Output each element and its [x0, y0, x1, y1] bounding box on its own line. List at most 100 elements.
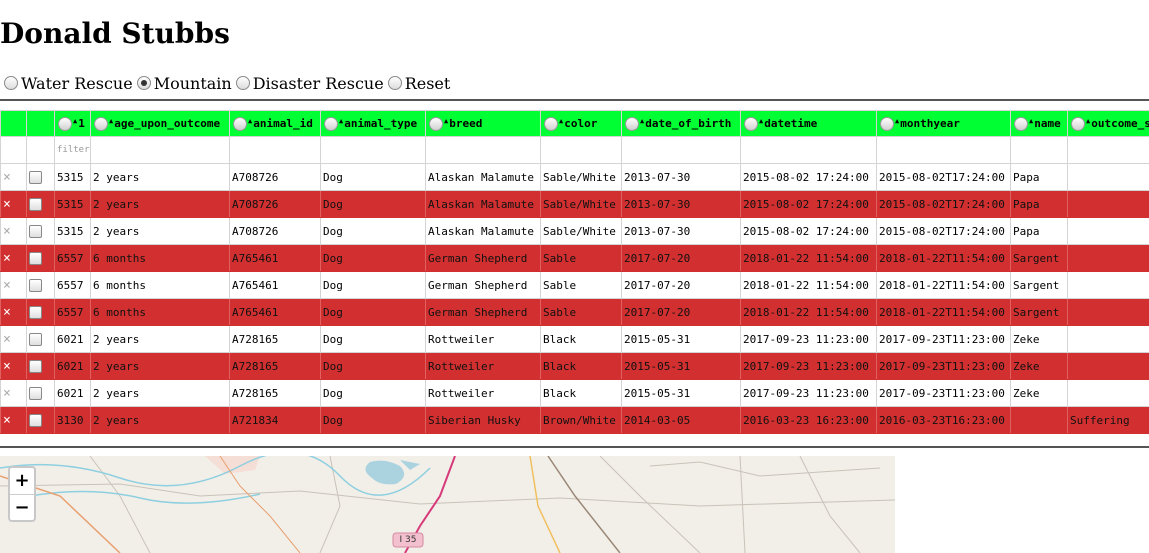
column-header[interactable]: ▲datetime — [740, 110, 877, 137]
delete-row-icon[interactable]: × — [0, 271, 27, 299]
row-checkbox[interactable] — [29, 386, 42, 400]
column-header[interactable]: ▲1 — [54, 110, 91, 137]
delete-row-icon[interactable]: × — [0, 352, 27, 380]
filter-cell[interactable] — [229, 136, 321, 164]
column-header-label: color — [564, 116, 598, 130]
table-cell — [1067, 271, 1149, 299]
delete-row-icon[interactable]: × — [0, 244, 27, 272]
column-header[interactable]: ▲age_upon_outcome — [90, 110, 230, 137]
filter-cell[interactable] — [621, 136, 741, 164]
filter-cell[interactable] — [425, 136, 541, 164]
column-header[interactable]: ▲date_of_birth — [621, 110, 741, 137]
sort-arrow-icon[interactable]: ▲ — [559, 117, 563, 125]
table-row[interactable]: × 6557 6 months A765461 Dog German Shepherd Sa… — [0, 271, 1149, 299]
table-row[interactable]: × 6021 2 years A728165 Dog Rottweiler Black 201… — [0, 352, 1149, 380]
sort-arrow-icon[interactable]: ▲ — [1086, 117, 1090, 125]
filter-cell[interactable] — [90, 136, 230, 164]
delete-row-icon[interactable]: × — [0, 217, 27, 245]
radio-button[interactable] — [387, 76, 402, 90]
column-header[interactable]: ▲color — [540, 110, 622, 137]
sort-arrow-icon[interactable]: ▲ — [1029, 117, 1033, 125]
table-cell: Dog — [320, 298, 426, 326]
sort-arrow-icon[interactable]: ▲ — [759, 117, 763, 125]
filter-empty-cell — [0, 136, 27, 164]
table-row[interactable]: × 5315 2 years A708726 Dog Alaskan Malamute Sa… — [0, 217, 1149, 245]
column-select-toggle[interactable] — [1071, 116, 1085, 131]
column-header[interactable]: ▲breed — [425, 110, 541, 137]
table-cell: A765461 — [229, 244, 321, 272]
table-row[interactable]: × 6557 6 months A765461 Dog German Shepherd Sa… — [0, 244, 1149, 272]
column-select-toggle[interactable] — [429, 116, 443, 131]
column-select-toggle[interactable] — [880, 116, 894, 131]
column-header[interactable]: ▲animal_id — [229, 110, 321, 137]
column-header-label: name — [1034, 116, 1061, 130]
radio-option[interactable]: Reset — [387, 74, 450, 93]
radio-option[interactable]: Mountain — [136, 74, 232, 93]
filter-cell[interactable] — [1067, 136, 1149, 164]
row-checkbox[interactable] — [29, 413, 42, 427]
sort-arrow-icon[interactable]: ▲ — [895, 117, 899, 125]
table-cell — [1067, 352, 1149, 380]
radio-button[interactable] — [4, 76, 18, 90]
row-checkbox[interactable] — [29, 359, 42, 373]
filter-cell[interactable] — [876, 136, 1011, 164]
delete-row-icon[interactable]: × — [0, 325, 27, 353]
row-checkbox[interactable] — [29, 197, 42, 211]
delete-row-icon[interactable]: × — [0, 379, 27, 407]
sort-arrow-icon[interactable]: ▲ — [444, 117, 448, 125]
sort-arrow-icon[interactable]: ▲ — [339, 117, 343, 125]
sort-arrow-icon[interactable]: ▲ — [640, 117, 644, 125]
row-checkbox[interactable] — [29, 278, 42, 292]
map-view[interactable]: I 35 — [0, 456, 895, 553]
data-table-container[interactable]: ▲1 ▲age_upon_outcome ▲animal_id ▲animal_typ… — [0, 110, 1149, 440]
column-select-toggle[interactable] — [233, 116, 247, 131]
zoom-out-button[interactable]: − — [10, 495, 34, 521]
table-cell: 2016-03-23 16:23:00 — [740, 406, 877, 434]
delete-row-icon[interactable]: × — [0, 406, 27, 434]
column-header[interactable]: ▲name — [1010, 110, 1068, 137]
filter-cell[interactable] — [1010, 136, 1068, 164]
table-row[interactable]: × 6557 6 months A765461 Dog German Shepherd Sa… — [0, 298, 1149, 326]
row-checkbox[interactable] — [29, 170, 42, 184]
radio-option[interactable]: Disaster Rescue — [235, 74, 384, 93]
column-select-toggle[interactable] — [58, 116, 72, 131]
delete-row-icon[interactable]: × — [0, 298, 27, 326]
filter-cell[interactable]: filter — [54, 136, 91, 164]
column-header[interactable]: ▲monthyear — [876, 110, 1011, 137]
row-select-cell — [26, 298, 55, 326]
radio-button[interactable] — [136, 76, 151, 90]
column-header[interactable]: ▲outcome_s — [1067, 110, 1149, 137]
sort-arrow-icon[interactable]: ▲ — [73, 117, 77, 125]
row-checkbox[interactable] — [29, 224, 42, 238]
sort-arrow-icon[interactable]: ▲ — [109, 117, 113, 125]
row-checkbox[interactable] — [29, 305, 42, 319]
table-cell: 2 years — [90, 352, 230, 380]
radio-button[interactable] — [235, 76, 250, 90]
table-row[interactable]: × 5315 2 years A708726 Dog Alaskan Malamute Sa… — [0, 190, 1149, 218]
header-delete-col — [0, 110, 27, 137]
delete-row-icon[interactable]: × — [0, 190, 27, 218]
row-checkbox[interactable] — [29, 332, 42, 346]
table-cell: 2 years — [90, 379, 230, 407]
table-cell: Alaskan Malamute — [425, 217, 541, 245]
column-select-toggle[interactable] — [324, 116, 338, 131]
table-row[interactable]: × 3130 2 years A721834 Dog Siberian Husky Brow… — [0, 406, 1149, 434]
radio-option[interactable]: Water Rescue — [4, 74, 133, 93]
column-select-toggle[interactable] — [544, 116, 558, 131]
table-row[interactable]: × 6021 2 years A728165 Dog Rottweiler Black 201… — [0, 325, 1149, 353]
column-select-toggle[interactable] — [744, 116, 758, 131]
sort-arrow-icon[interactable]: ▲ — [248, 117, 252, 125]
column-select-toggle[interactable] — [625, 116, 639, 131]
delete-row-icon[interactable]: × — [0, 163, 27, 191]
filter-cell[interactable] — [320, 136, 426, 164]
zoom-in-button[interactable]: + — [10, 468, 34, 495]
table-cell: 2015-08-02 17:24:00 — [740, 217, 877, 245]
filter-cell[interactable] — [540, 136, 622, 164]
column-select-toggle[interactable] — [94, 116, 108, 131]
filter-cell[interactable] — [740, 136, 877, 164]
column-select-toggle[interactable] — [1014, 116, 1028, 131]
column-header[interactable]: ▲animal_type — [320, 110, 426, 137]
table-row[interactable]: × 6021 2 years A728165 Dog Rottweiler Black 201… — [0, 379, 1149, 407]
row-checkbox[interactable] — [29, 251, 42, 265]
table-row[interactable]: × 5315 2 years A708726 Dog Alaskan Malamute Sa… — [0, 163, 1149, 191]
